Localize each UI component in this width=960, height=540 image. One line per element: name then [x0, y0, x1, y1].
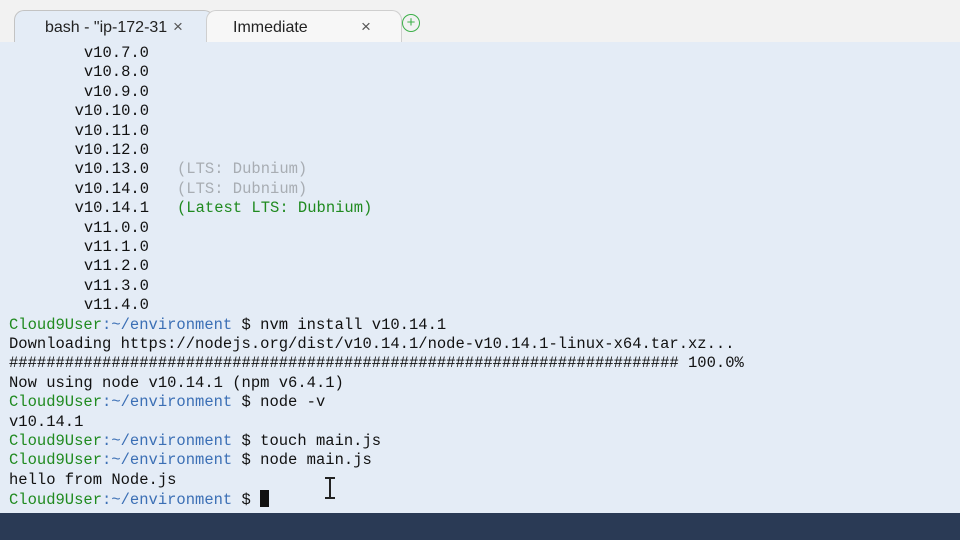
prompt-path: :~/environment [102, 315, 233, 334]
prompt-symbol: $ [232, 491, 261, 510]
output-line: hello from Node.js [9, 471, 176, 490]
terminal-output[interactable]: v10.7.0 v10.8.0 v10.9.0 v10.10.0 v10.11.0 v10… [0, 42, 960, 513]
lts-note: (LTS: Dubnium) [177, 160, 308, 179]
prompt-path: :~/environment [102, 451, 233, 470]
bottom-panel-bar [0, 513, 960, 540]
prompt-line: Cloud9User:~/environment $ [9, 490, 270, 510]
close-icon[interactable]: × [361, 17, 371, 37]
terminal-cursor [260, 490, 270, 508]
new-tab-plus-icon[interactable]: + [402, 14, 420, 32]
version-row: v10.14.1 (Latest LTS: Dubnium) [9, 199, 373, 218]
version-text: v10.8.0 [83, 63, 149, 82]
version-row: v10.9.0 [9, 83, 149, 102]
tab-bash[interactable]: bash - "ip-172-31 × [14, 10, 214, 42]
version-row: v11.4.0 [9, 296, 149, 315]
version-row: v11.0.0 [9, 219, 149, 238]
version-text: v10.11.0 [74, 121, 149, 140]
command-text: nvm install v10.14.1 [260, 315, 447, 334]
output-line: Now using node v10.14.1 (npm v6.4.1) [9, 374, 344, 393]
prompt-symbol: $ [232, 315, 261, 334]
prompt-path: :~/environment [102, 432, 233, 450]
tab-immediate[interactable]: Immediate × [206, 10, 402, 42]
close-icon[interactable]: × [173, 17, 183, 37]
version-row: v11.2.0 [9, 257, 149, 276]
prompt-line: Cloud9User:~/environment $ node -v [9, 393, 325, 412]
prompt-line: Cloud9User:~/environment $ nvm install v… [9, 316, 446, 335]
command-text: node -v [260, 393, 326, 412]
version-text: v11.2.0 [83, 257, 149, 276]
output-text: Downloading https://nodejs.org/dist/v10.… [9, 335, 735, 353]
tab-immediate-label: Immediate [233, 19, 308, 36]
lts-note: (Latest LTS: Dubnium) [177, 199, 373, 218]
version-row: v11.3.0 [9, 277, 149, 296]
version-text: v11.1.0 [83, 238, 149, 256]
version-text: v10.10.0 [74, 102, 149, 121]
lts-note: (LTS: Dubnium) [177, 179, 308, 198]
prompt-user: Cloud9User [9, 491, 103, 510]
prompt-path: :~/environment [102, 393, 233, 412]
version-text: v10.14.1 [74, 199, 149, 218]
prompt-symbol: $ [232, 393, 261, 412]
version-row: v10.8.0 [9, 63, 149, 82]
version-text: v10.7.0 [83, 44, 149, 62]
output-text: hello from Node.js [9, 470, 177, 489]
version-text: v11.3.0 [83, 276, 149, 295]
output-line: Downloading https://nodejs.org/dist/v10.… [9, 335, 735, 354]
output-text: Now using node v10.14.1 (npm v6.4.1) [9, 373, 344, 392]
prompt-path: :~/environment [102, 491, 233, 510]
prompt-user: Cloud9User [9, 451, 103, 470]
output-line: ########################################… [9, 354, 744, 373]
version-row: v11.1.0 [9, 238, 149, 257]
version-row: v10.12.0 [9, 141, 149, 160]
version-text: v10.9.0 [83, 82, 149, 101]
output-line: v10.14.1 [9, 413, 83, 432]
prompt-user: Cloud9User [9, 432, 103, 450]
version-row: v10.14.0 (LTS: Dubnium) [9, 179, 308, 199]
prompt-symbol: $ [232, 451, 261, 470]
prompt-user: Cloud9User [9, 315, 103, 334]
version-text: v10.14.0 [74, 179, 149, 198]
version-text: v11.0.0 [83, 218, 149, 237]
prompt-user: Cloud9User [9, 393, 103, 412]
output-text: ########################################… [9, 354, 744, 373]
command-text: node main.js [260, 451, 372, 470]
version-text: v11.4.0 [83, 296, 149, 315]
version-text: v10.13.0 [74, 160, 149, 179]
tab-bar: bash - "ip-172-31 × Immediate × + [0, 0, 960, 43]
version-row: v10.13.0 (LTS: Dubnium) [9, 160, 308, 179]
prompt-line: Cloud9User:~/environment $ touch main.js [9, 432, 381, 451]
version-row: v10.7.0 [9, 44, 149, 63]
prompt-line: Cloud9User:~/environment $ node main.js [9, 451, 372, 470]
version-row: v10.10.0 [9, 102, 149, 121]
command-text: touch main.js [260, 432, 382, 450]
output-text: v10.14.1 [9, 412, 84, 431]
tab-bash-label: bash - "ip-172-31 [45, 19, 168, 36]
prompt-symbol: $ [232, 432, 261, 450]
version-row: v10.11.0 [9, 122, 149, 141]
version-text: v10.12.0 [74, 141, 149, 159]
text-cursor-ibeam-icon [324, 477, 336, 499]
